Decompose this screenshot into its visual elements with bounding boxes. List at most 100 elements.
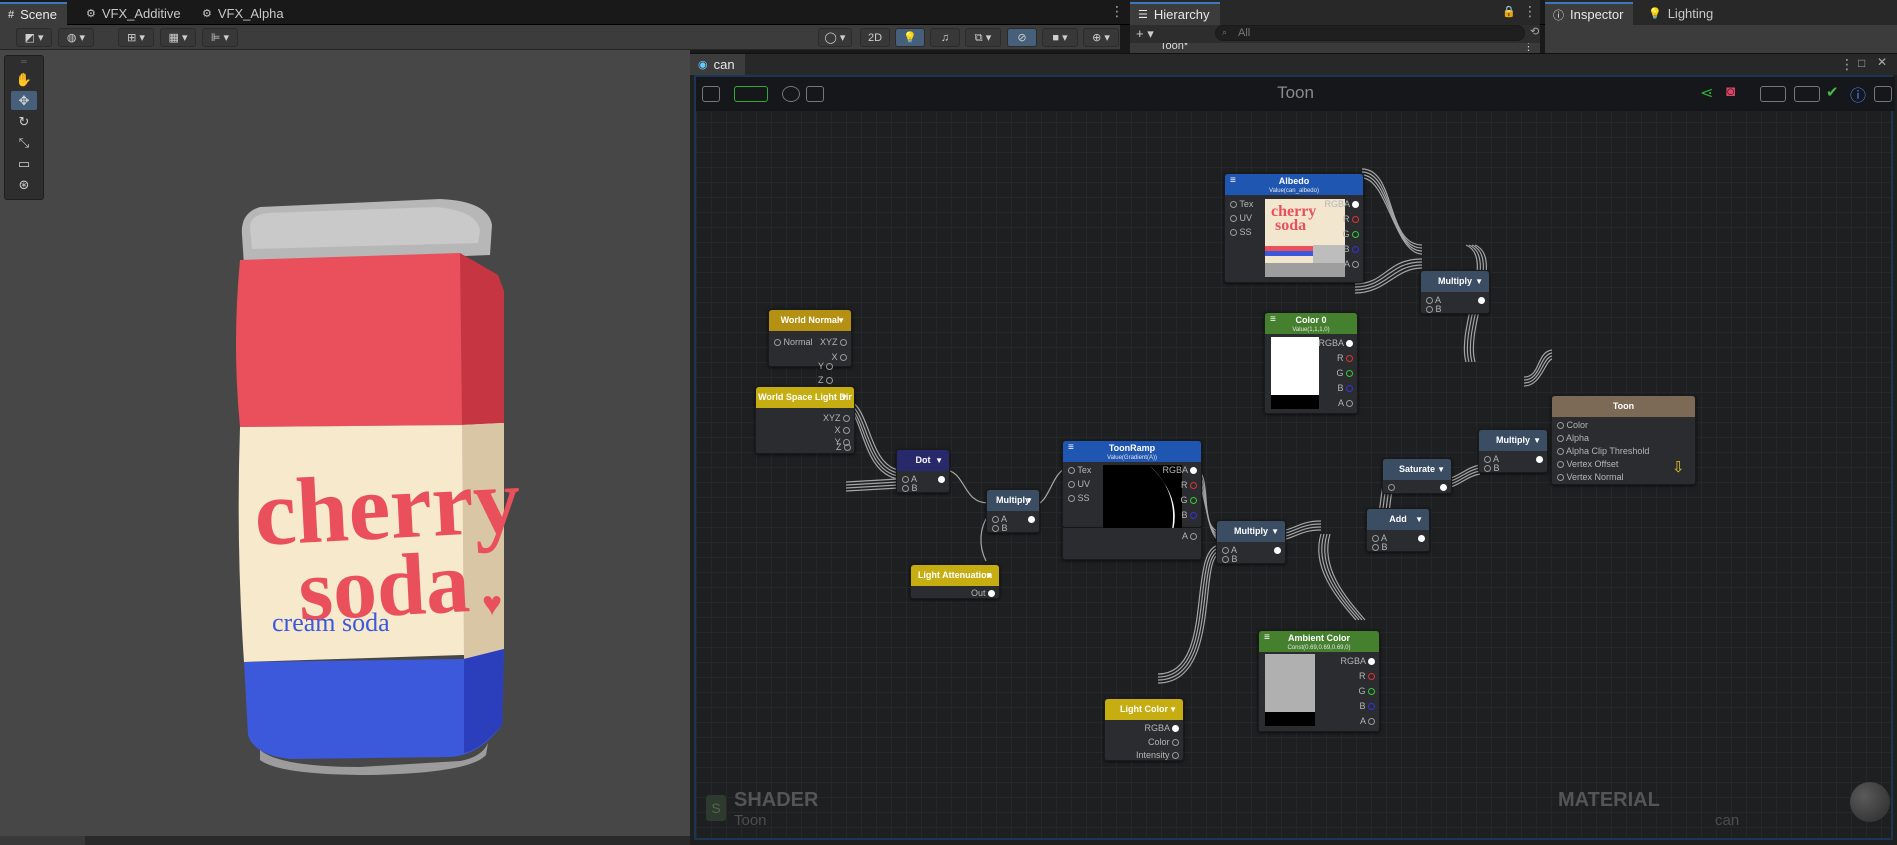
port-output[interactable]: R xyxy=(1337,352,1353,364)
save-shader-icon[interactable]: ⇩ xyxy=(1672,460,1690,476)
maximize-icon[interactable]: □ xyxy=(1858,56,1865,70)
port-output[interactable]: X xyxy=(834,424,850,436)
tab-lighting[interactable]: 💡 Lighting xyxy=(1640,2,1723,25)
port-output[interactable]: B xyxy=(1181,509,1197,521)
menu-icon[interactable]: ≡ xyxy=(1068,441,1074,454)
port-output[interactable] xyxy=(1274,544,1281,556)
tab-vfx-alpha[interactable]: ⚙ VFX_Alpha xyxy=(194,2,294,25)
port-output[interactable] xyxy=(1418,532,1425,544)
port-output[interactable]: A xyxy=(1360,715,1375,727)
chevron-down-icon[interactable]: ▼ xyxy=(935,450,943,471)
port-output[interactable]: RGBA xyxy=(1162,464,1197,476)
shading-dropdown[interactable]: ◯ ▾ xyxy=(818,28,852,47)
port-input[interactable]: B xyxy=(1426,305,1442,314)
scene-view[interactable]: ═ ✋ ✥ ↻ ⤡ ▭ ⊛ cherry soda cream soda ♥ xyxy=(0,50,690,845)
node-multiply-1-header[interactable]: Multiply ▼ xyxy=(987,490,1039,511)
port-output[interactable]: RGBA xyxy=(1340,655,1375,667)
chevron-down-icon[interactable]: ▼ xyxy=(837,310,845,331)
more-options-icon[interactable]: ⋮ xyxy=(1110,3,1124,20)
color-0-swatch[interactable] xyxy=(1271,337,1319,409)
port-output[interactable]: RGBA xyxy=(1318,337,1353,349)
node-albedo-header[interactable]: ≡ Albedo Value(can_albedo) xyxy=(1225,174,1363,195)
port-input[interactable]: SS xyxy=(1230,226,1252,238)
node-multiply-1[interactable]: Multiply ▼ A B xyxy=(986,489,1040,533)
port-input[interactable]: B xyxy=(1222,555,1238,564)
port-output[interactable]: Color xyxy=(1148,736,1179,748)
port-output[interactable]: G xyxy=(1180,494,1197,506)
port-input[interactable]: B xyxy=(1484,464,1500,473)
chevron-down-icon[interactable]: ▼ xyxy=(1025,490,1033,511)
menu-icon[interactable]: ≡ xyxy=(1270,313,1276,326)
chevron-down-icon[interactable]: ▼ xyxy=(1271,521,1279,542)
chevron-down-icon[interactable]: ▼ xyxy=(985,565,993,586)
transform-tool-icon[interactable]: ⊛ xyxy=(11,175,37,194)
port-input[interactable]: B xyxy=(902,484,918,493)
port-output[interactable]: A xyxy=(1338,397,1353,409)
port-output[interactable]: A xyxy=(1182,530,1197,542)
global-dropdown[interactable]: ◍ ▾ xyxy=(58,28,94,47)
port-input[interactable]: Alpha xyxy=(1557,432,1589,444)
port-output[interactable] xyxy=(1478,294,1485,306)
chevron-down-icon[interactable]: ▼ xyxy=(1415,509,1423,530)
hand-tool-icon[interactable]: ✋ xyxy=(11,70,37,89)
node-saturate-header[interactable]: Saturate ▼ xyxy=(1383,459,1451,480)
soda-can-model[interactable]: cherry soda cream soda ♥ xyxy=(220,165,520,775)
hierarchy-search-input[interactable]: All xyxy=(1215,25,1525,41)
hierarchy-scene-icon[interactable]: ⟲ xyxy=(1530,25,1539,38)
node-ambient-color[interactable]: ≡ Ambient Color Const(0.69,0.69,0.69,0) RG… xyxy=(1258,630,1380,732)
node-add-header[interactable]: Add ▼ xyxy=(1367,509,1429,530)
port-output[interactable]: X xyxy=(831,351,847,363)
menu-icon[interactable]: ≡ xyxy=(1264,631,1270,644)
node-multiply-4[interactable]: Multiply ▼ A B xyxy=(1478,429,1548,473)
chevron-down-icon[interactable]: ▼ xyxy=(840,387,848,408)
drag-handle-icon[interactable]: ═ xyxy=(11,57,37,66)
audio-toggle[interactable]: ♫ xyxy=(930,28,960,47)
snap-dropdown[interactable]: ⊞ ▾ xyxy=(118,28,154,47)
port-output[interactable]: RGBA xyxy=(1144,722,1179,734)
menu-icon[interactable]: ≡ xyxy=(1230,174,1236,187)
port-output[interactable]: R xyxy=(1343,213,1359,225)
lock-icon[interactable]: 🔒 xyxy=(1502,5,1516,18)
close-icon[interactable]: ✕ xyxy=(1877,55,1887,69)
port-input[interactable]: Tex xyxy=(1068,464,1091,476)
rect-tool-icon[interactable]: ▭ xyxy=(11,154,37,173)
port-input[interactable]: Alpha Clip Threshold xyxy=(1557,445,1649,457)
chevron-down-icon[interactable]: ▼ xyxy=(1533,430,1541,451)
scale-tool-icon[interactable]: ⤡ xyxy=(11,133,37,152)
move-tool-icon[interactable]: ✥ xyxy=(11,91,37,110)
port-output[interactable]: B xyxy=(1359,700,1375,712)
visibility-toggle[interactable]: ⊘ xyxy=(1007,28,1037,47)
port-input[interactable]: Color xyxy=(1557,419,1588,431)
gizmos-dropdown[interactable]: ⊕ ▾ xyxy=(1083,28,1119,47)
shader-graph-canvas[interactable]: Toon ⋖ ◙ ✔ ⓘ World Normal ▼ Normal XYZ X… xyxy=(694,75,1895,840)
tab-inspector[interactable]: ⓘ Inspector xyxy=(1545,2,1634,25)
node-light-attenuation-header[interactable]: Light Attenuation ▼ xyxy=(911,565,999,586)
port-output[interactable]: G xyxy=(1358,685,1375,697)
ambient-color-swatch[interactable] xyxy=(1265,654,1315,726)
node-toon-ramp-header[interactable]: ≡ ToonRamp Value(Gradient(A)) xyxy=(1063,441,1201,462)
node-toon-ramp[interactable]: ≡ ToonRamp Value(Gradient(A)) Tex UV SS RG… xyxy=(1062,440,1202,545)
node-saturate[interactable]: Saturate ▼ xyxy=(1382,458,1452,494)
node-multiply-2[interactable]: Multiply ▼ A B xyxy=(1216,520,1286,564)
port-output[interactable]: Z xyxy=(836,441,852,453)
port-output[interactable] xyxy=(1028,513,1035,525)
node-color-0-header[interactable]: ≡ Color 0 Value(1,1,1,0) xyxy=(1265,313,1357,334)
port-input[interactable]: UV xyxy=(1068,478,1090,490)
port-output[interactable]: XYZ xyxy=(823,412,850,424)
port-output[interactable]: R xyxy=(1359,670,1375,682)
port-output[interactable]: B xyxy=(1343,243,1359,255)
port-output[interactable] xyxy=(1536,453,1543,465)
sg-menu-icon[interactable]: ⋮ xyxy=(1840,56,1854,73)
effects-dropdown[interactable]: ⧉ ▾ xyxy=(965,28,1001,47)
port-output[interactable]: B xyxy=(1337,382,1353,394)
tab-vfx-additive[interactable]: ⚙ VFX_Additive xyxy=(78,2,191,25)
tab-hierarchy[interactable]: ☰ Hierarchy xyxy=(1130,2,1220,25)
chevron-down-icon[interactable]: ▼ xyxy=(1475,271,1483,292)
node-albedo[interactable]: ≡ Albedo Value(can_albedo) Tex UV SS cherr… xyxy=(1224,173,1364,283)
grid-dropdown[interactable]: ▦ ▾ xyxy=(160,28,196,47)
port-input[interactable]: Vertex Offset xyxy=(1557,458,1618,470)
material-preview-sphere[interactable] xyxy=(1850,782,1890,822)
chevron-down-icon[interactable]: ▼ xyxy=(1437,459,1445,480)
node-color-0[interactable]: ≡ Color 0 Value(1,1,1,0) RGBA R G B A xyxy=(1264,312,1358,414)
port-output[interactable]: Y xyxy=(818,360,834,372)
